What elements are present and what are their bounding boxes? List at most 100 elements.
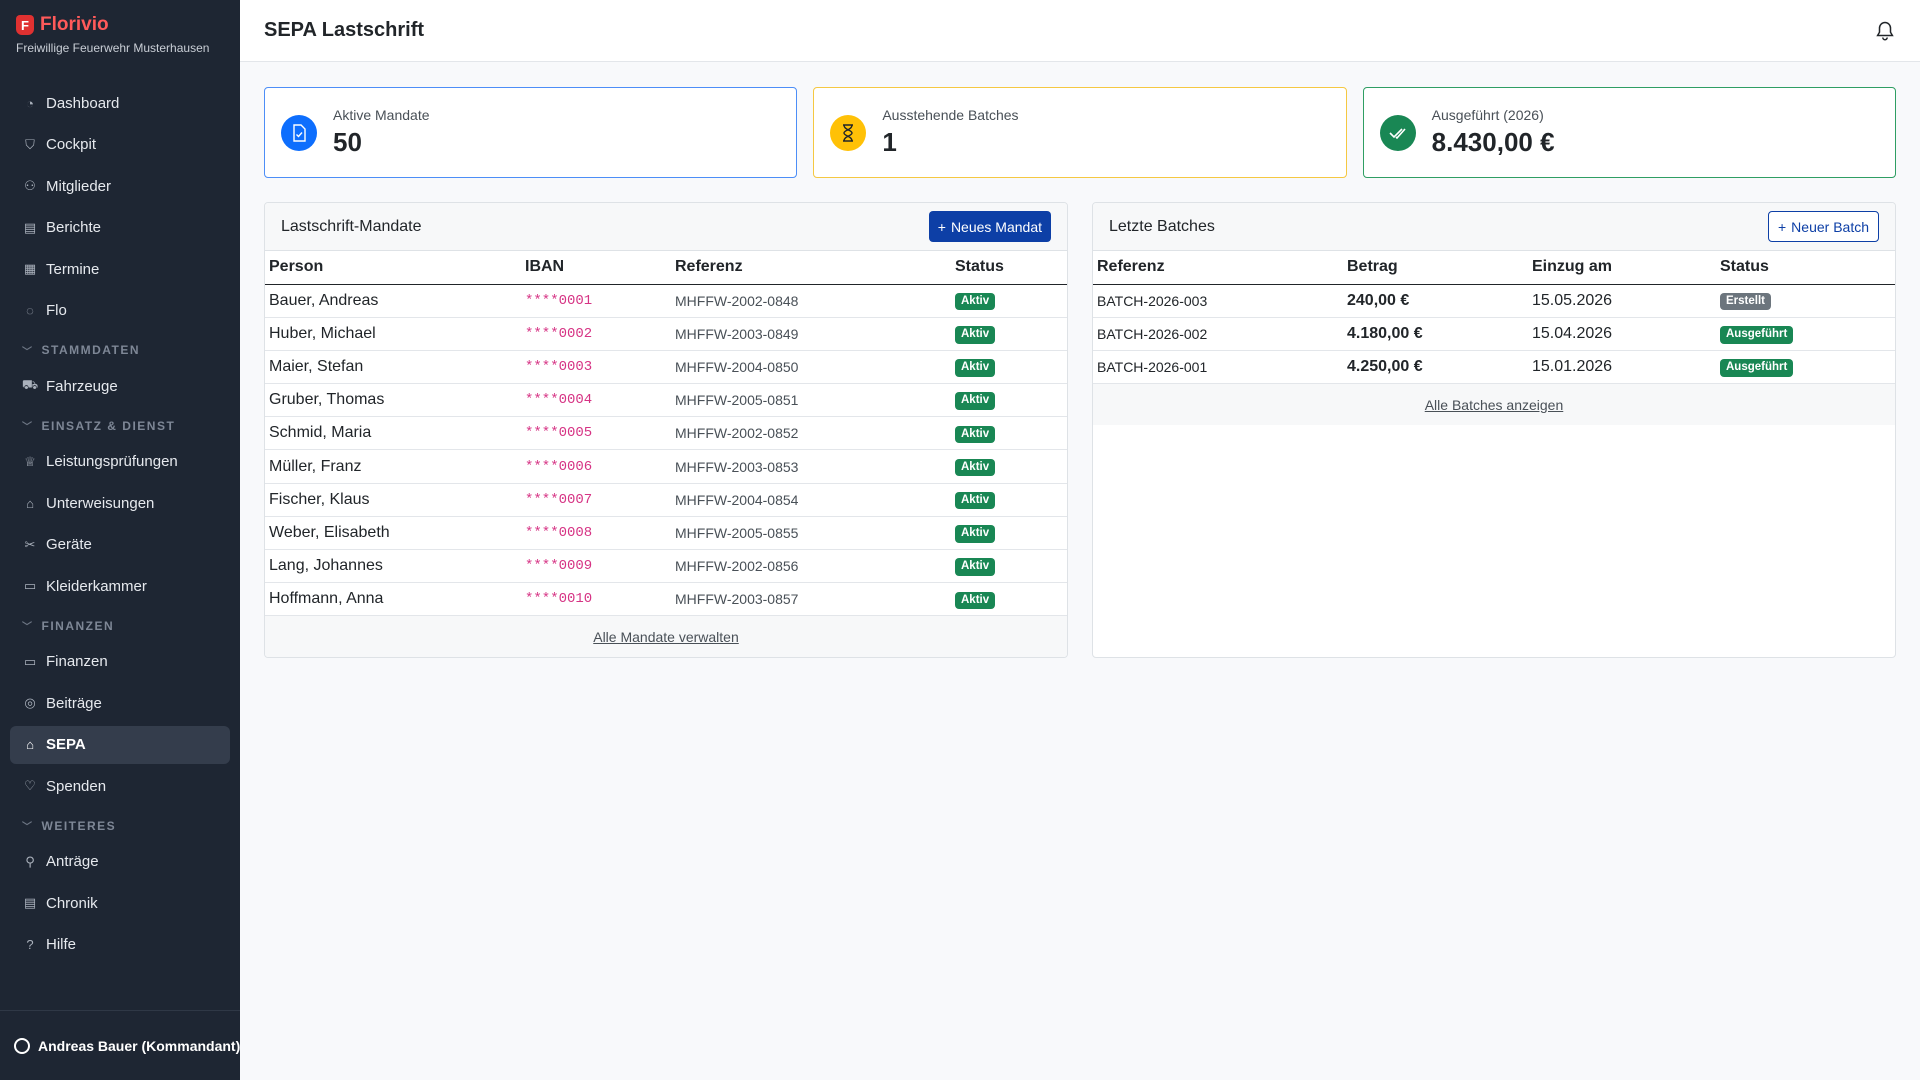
- sidebar-item-label: Termine: [46, 260, 100, 278]
- person-cell: Huber, Michael: [265, 317, 521, 351]
- sidebar-item-anträge[interactable]: ⚲ Anträge: [10, 843, 230, 881]
- table-header-row: Person IBAN Referenz Status: [265, 251, 1067, 285]
- column-header[interactable]: Person: [265, 251, 521, 285]
- file-check-icon: [281, 114, 317, 151]
- status-cell: Ausgeführt: [1716, 317, 1895, 351]
- person-cell: Hoffmann, Anna: [265, 582, 521, 617]
- sidebar-item-unterweisungen[interactable]: ⌂ Unterweisungen: [10, 484, 230, 522]
- sidebar-item-spenden[interactable]: ♡ Spenden: [10, 767, 230, 805]
- batches-panel: Letzte Batches + Neuer Batch Referenz Be…: [1092, 202, 1896, 658]
- sidebar-item-sepa[interactable]: ⌂ SEPA: [10, 725, 230, 764]
- nav-section-weiteres[interactable]: ﹀ WEITERES: [10, 809, 230, 843]
- bell-icon[interactable]: [1874, 20, 1896, 42]
- nav-section-stammdaten[interactable]: ﹀ STAMMDATEN: [10, 333, 230, 367]
- column-header[interactable]: IBAN: [521, 251, 671, 285]
- nav-section-finanzen[interactable]: ﹀ FINANZEN: [10, 609, 230, 643]
- user-menu[interactable]: Andreas Bauer (Kommandant) ▾: [0, 1010, 240, 1080]
- mandates-table: Person IBAN Referenz Status Bauer, Andre…: [265, 251, 1067, 617]
- brand[interactable]: F Florivio Freiwillige Feuerwehr Musterh…: [0, 0, 240, 66]
- status-badge: Aktiv: [955, 292, 996, 311]
- status-cell: Aktiv: [951, 516, 1067, 551]
- status-cell: Aktiv: [951, 350, 1067, 385]
- chevron-down-icon: ﹀: [22, 622, 34, 633]
- table-row[interactable]: Müller, Franz ****0006 MHFFW-2003-0853 Akti…: [265, 449, 1067, 484]
- chevron-down-icon: ﹀: [22, 822, 34, 833]
- stat-card-executed: Ausgeführt (2026) 8.430,00 €: [1362, 87, 1896, 178]
- sidebar-item-mitglieder[interactable]: ⚇ Mitglieder: [10, 167, 230, 205]
- sidebar-item-dashboard[interactable]: ◔ Dashboard: [10, 84, 230, 122]
- reference-cell: MHFFW-2003-0853: [671, 449, 951, 484]
- user-name: Andreas Bauer (Kommandant): [38, 1037, 240, 1054]
- plus-icon: +: [937, 218, 946, 235]
- table-row[interactable]: Schmid, Maria ****0005 MHFFW-2002-0852 Akti…: [265, 416, 1067, 451]
- status-cell: Aktiv: [951, 416, 1067, 451]
- hourglass-icon: [830, 114, 867, 151]
- sidebar-item-label: Cockpit: [46, 136, 97, 153]
- batches-panel-header: Letzte Batches + Neuer Batch: [1093, 203, 1895, 251]
- table-row[interactable]: Gruber, Thomas ****0004 MHFFW-2005-0851 Akt…: [265, 383, 1067, 418]
- sidebar-item-label: Hilfe: [46, 936, 77, 953]
- batches-table: Referenz Betrag Einzug am Status BATCH-2…: [1093, 251, 1895, 385]
- sidebar-item-leistungsprüfungen[interactable]: ♕ Leistungsprüfungen: [10, 443, 230, 481]
- sidebar-item-hilfe[interactable]: ? Hilfe: [10, 926, 230, 964]
- status-badge: Aktiv: [955, 525, 996, 543]
- sidebar-item-berichte[interactable]: ▤ Berichte: [10, 209, 230, 247]
- amount-cell: 240,00 €: [1343, 284, 1528, 318]
- sidebar-item-label: SEPA: [46, 736, 86, 753]
- show-all-batches-link[interactable]: Alle Batches anzeigen: [1425, 397, 1564, 413]
- stat-card-active-mandates: Aktive Mandate 50: [264, 87, 798, 178]
- stat-value: 8.430,00 €: [1431, 127, 1555, 157]
- table-row[interactable]: Fischer, Klaus ****0007 MHFFW-2004-0854 Akt…: [265, 483, 1067, 517]
- iban-cell: ****0003: [521, 350, 671, 385]
- status-badge: Aktiv: [955, 359, 996, 377]
- status-cell: Aktiv: [951, 549, 1067, 584]
- column-header[interactable]: Status: [1716, 251, 1895, 285]
- sidebar-item-beiträge[interactable]: ◎ Beiträge: [10, 684, 230, 722]
- table-row[interactable]: Lang, Johannes ****0009 MHFFW-2002-0856 Akt…: [265, 549, 1067, 584]
- column-header[interactable]: Referenz: [1093, 251, 1343, 285]
- column-header[interactable]: Referenz: [671, 251, 951, 285]
- sidebar-item-termine[interactable]: ▦ Termine: [10, 250, 230, 288]
- reference-cell: MHFFW-2003-0857: [671, 582, 951, 617]
- new-mandate-button[interactable]: + Neues Mandat: [928, 211, 1051, 242]
- collection-date-cell: 15.05.2026: [1528, 284, 1716, 318]
- sidebar-item-kleiderkammer[interactable]: ▭ Kleiderkammer: [10, 567, 230, 605]
- reference-cell: MHFFW-2003-0849: [671, 317, 951, 351]
- column-header[interactable]: Status: [951, 251, 1067, 285]
- nav-section-einsatz[interactable]: ﹀ EINSATZ & DIENST: [10, 409, 230, 443]
- sidebar-item-finanzen[interactable]: ▭ Finanzen: [10, 643, 230, 681]
- status-cell: Aktiv: [951, 317, 1067, 351]
- table-row[interactable]: BATCH-2026-001 4.250,00 €15.01.2026 Ausgef…: [1093, 350, 1895, 385]
- status-badge: Aktiv: [955, 558, 996, 576]
- manage-mandates-link[interactable]: Alle Mandate verwalten: [593, 629, 739, 645]
- status-cell: Aktiv: [951, 582, 1067, 617]
- new-batch-button[interactable]: + Neuer Batch: [1767, 211, 1879, 242]
- sidebar-item-label: Fahrzeuge: [46, 377, 118, 395]
- coins-icon: ◎: [24, 695, 36, 710]
- table-row[interactable]: BATCH-2026-003 240,00 €15.05.2026 Erstellt: [1093, 284, 1895, 318]
- sidebar-item-label: Unterweisungen: [46, 494, 155, 512]
- sidebar-item-geräte[interactable]: ✂ Geräte: [10, 526, 230, 564]
- column-header[interactable]: Betrag: [1343, 251, 1528, 285]
- status-badge: Ausgeführt: [1720, 359, 1794, 377]
- table-row[interactable]: BATCH-2026-002 4.180,00 €15.04.2026 Ausgef…: [1093, 317, 1895, 351]
- mandates-panel: Lastschrift-Mandate + Neues Mandat Perso…: [264, 202, 1068, 658]
- table-row[interactable]: Maier, Stefan ****0003 MHFFW-2004-0850 Akti…: [265, 350, 1067, 385]
- table-row[interactable]: Bauer, Andreas ****0001 MHFFW-2002-0848 Akt…: [265, 284, 1067, 318]
- status-cell: Ausgeführt: [1716, 350, 1895, 385]
- brand-name: Florivio: [40, 14, 109, 35]
- brand-subtitle: Freiwillige Feuerwehr Musterhausen: [16, 41, 210, 55]
- sidebar-item-fahrzeuge[interactable]: ⛟ Fahrzeuge: [10, 367, 230, 405]
- top-header: SEPA Lastschrift: [240, 0, 1920, 62]
- sidebar-item-flo[interactable]: ◌ Flo: [10, 292, 230, 330]
- iban-cell: ****0010: [521, 582, 671, 617]
- sidebar-item-label: Dashboard: [46, 94, 120, 112]
- sidebar-item-chronik[interactable]: ▤ Chronik: [10, 884, 230, 922]
- column-header[interactable]: Einzug am: [1528, 251, 1716, 285]
- sidebar-item-label: Geräte: [46, 536, 92, 553]
- stat-value: 1: [882, 127, 897, 157]
- table-row[interactable]: Huber, Michael ****0002 MHFFW-2003-0849 Akt…: [265, 317, 1067, 351]
- sidebar-item-cockpit[interactable]: ⛉ Cockpit: [10, 126, 230, 164]
- table-row[interactable]: Weber, Elisabeth ****0008 MHFFW-2005-0855 A…: [265, 516, 1067, 551]
- table-row[interactable]: Hoffmann, Anna ****0010 MHFFW-2003-0857 Akt…: [265, 582, 1067, 617]
